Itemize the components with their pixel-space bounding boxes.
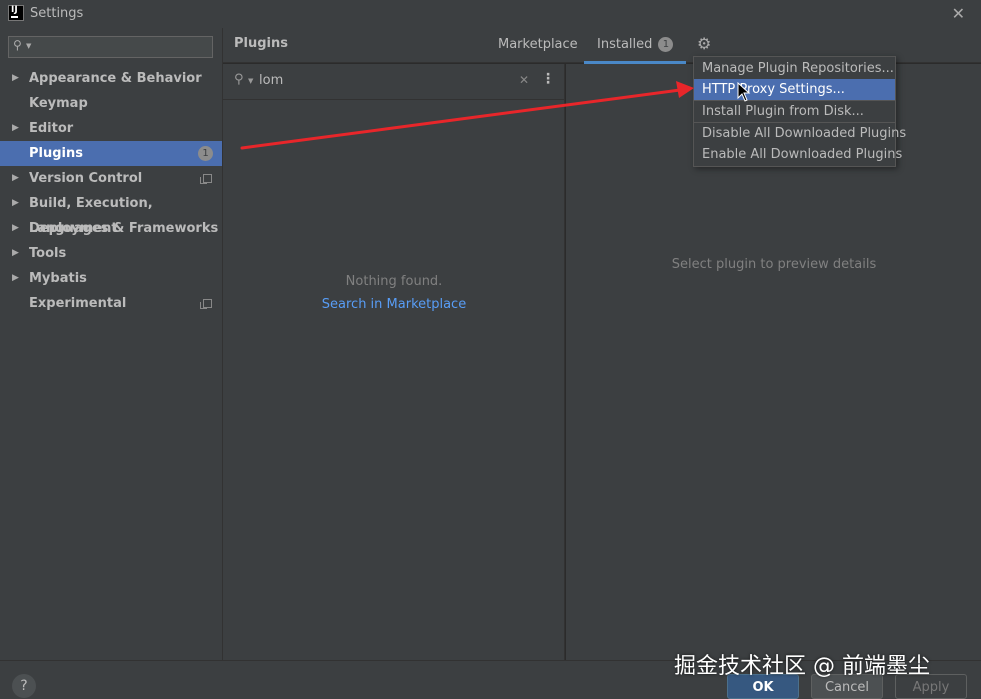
triangle-right-icon: ▶ bbox=[12, 223, 19, 233]
project-scope-icon bbox=[200, 174, 212, 184]
app-logo-icon: IJ bbox=[8, 5, 24, 21]
page-title: Plugins bbox=[234, 36, 288, 51]
gear-icon[interactable]: ⚙ bbox=[697, 34, 711, 53]
sidebar-item-plugins[interactable]: Plugins 1 bbox=[0, 141, 222, 166]
help-button[interactable]: ? bbox=[12, 674, 36, 698]
settings-sidebar: ⚲ ▼ ▶ Appearance & Behavior Keymap ▶ Edi… bbox=[0, 28, 222, 660]
triangle-right-icon: ▶ bbox=[12, 248, 19, 258]
triangle-right-icon: ▶ bbox=[12, 198, 19, 208]
search-query: lom bbox=[259, 73, 284, 88]
sidebar-item-build-execution-deployment[interactable]: ▶ Build, Execution, Deployment bbox=[0, 191, 222, 236]
sidebar-item-keymap[interactable]: Keymap bbox=[0, 91, 222, 116]
menu-item-enable-downloaded[interactable]: Enable All Downloaded Plugins bbox=[694, 144, 902, 165]
menu-item-http-proxy-settings[interactable]: HTTP Proxy Settings... bbox=[694, 79, 895, 100]
sidebar-item-mybatis[interactable]: ▶ Mybatis bbox=[0, 266, 222, 291]
menu-item-manage-repositories[interactable]: Manage Plugin Repositories... bbox=[694, 58, 895, 79]
triangle-right-icon: ▶ bbox=[12, 123, 19, 133]
watermark: 掘金技术社区 @ 前端墨尘 bbox=[674, 654, 930, 679]
title-bar: IJ Settings ✕ bbox=[0, 0, 981, 28]
plugin-search-input[interactable]: ⚲ ▼ lom ✕ ⋮ bbox=[223, 64, 565, 100]
chevron-down-icon: ▼ bbox=[248, 77, 254, 85]
sidebar-item-label: Editor bbox=[29, 121, 74, 136]
menu-item-disable-downloaded[interactable]: Disable All Downloaded Plugins bbox=[694, 123, 906, 144]
count-badge: 1 bbox=[198, 146, 213, 161]
gear-dropdown-menu: Manage Plugin Repositories... HTTP Proxy… bbox=[693, 56, 906, 167]
preview-hint: Select plugin to preview details bbox=[671, 257, 877, 272]
settings-nav: ▶ Appearance & Behavior Keymap ▶ Editor … bbox=[0, 66, 222, 316]
sidebar-item-label: Mybatis bbox=[29, 271, 87, 286]
count-badge: 1 bbox=[658, 37, 674, 52]
sidebar-item-label: Version Control bbox=[29, 171, 143, 186]
sidebar-item-label: Experimental bbox=[29, 296, 127, 311]
app-logo-text: IJ bbox=[11, 5, 18, 15]
triangle-right-icon: ▶ bbox=[12, 273, 19, 283]
more-options-icon[interactable]: ⋮ bbox=[541, 71, 555, 87]
sidebar-item-label: Appearance & Behavior bbox=[29, 71, 202, 86]
tab-installed[interactable]: Installed 1 bbox=[584, 37, 687, 64]
sidebar-item-appearance-behavior[interactable]: ▶ Appearance & Behavior bbox=[0, 66, 222, 91]
plugin-list-panel: ⚲ ▼ lom ✕ ⋮ Nothing found. Search in Mar… bbox=[223, 64, 565, 660]
sidebar-item-label: Tools bbox=[29, 246, 67, 261]
sidebar-item-tools[interactable]: ▶ Tools bbox=[0, 241, 222, 266]
search-icon: ⚲ bbox=[234, 72, 244, 87]
clear-icon[interactable]: ✕ bbox=[519, 73, 529, 87]
mouse-cursor-icon bbox=[737, 82, 751, 102]
tab-label: Installed bbox=[597, 37, 653, 52]
window-title: Settings bbox=[30, 6, 84, 21]
tab-marketplace[interactable]: Marketplace bbox=[498, 37, 578, 52]
sidebar-item-experimental[interactable]: Experimental bbox=[0, 291, 222, 316]
settings-search-input[interactable]: ⚲ ▼ bbox=[8, 36, 213, 58]
sidebar-item-languages-frameworks[interactable]: ▶ Languages & Frameworks bbox=[0, 216, 222, 241]
chevron-down-icon: ▼ bbox=[26, 42, 32, 50]
sidebar-item-label: Plugins bbox=[29, 146, 83, 161]
sidebar-item-editor[interactable]: ▶ Editor bbox=[0, 116, 222, 141]
sidebar-item-label: Languages & Frameworks bbox=[29, 221, 219, 236]
sidebar-item-version-control[interactable]: ▶ Version Control bbox=[0, 166, 222, 191]
triangle-right-icon: ▶ bbox=[12, 173, 19, 183]
triangle-right-icon: ▶ bbox=[12, 73, 19, 83]
search-icon: ⚲ bbox=[13, 38, 22, 52]
search-in-marketplace-link[interactable]: Search in Marketplace bbox=[223, 297, 565, 312]
menu-item-install-from-disk[interactable]: Install Plugin from Disk... bbox=[694, 101, 895, 122]
project-scope-icon bbox=[200, 299, 212, 309]
empty-message: Nothing found. bbox=[345, 274, 443, 289]
sidebar-item-label: Keymap bbox=[29, 96, 88, 111]
close-window-button[interactable]: ✕ bbox=[952, 4, 965, 23]
